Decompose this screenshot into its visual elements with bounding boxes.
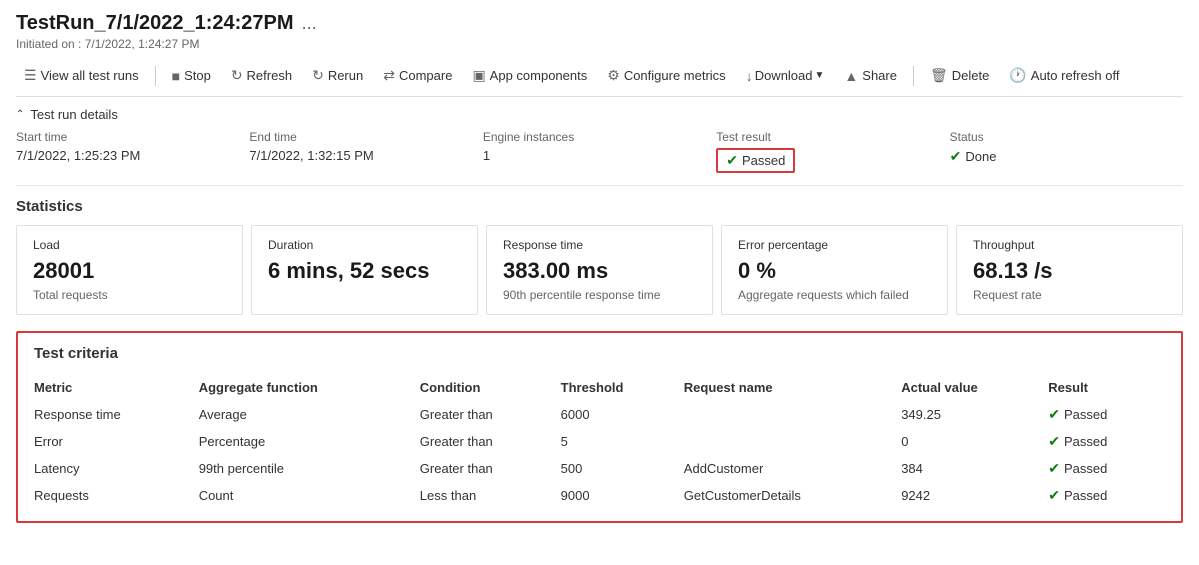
configure-metrics-button[interactable]: ⚙ Configure metrics [599,63,733,88]
download-dropdown-icon: ▼ [815,70,825,81]
cell-condition-3: Less than [420,482,561,509]
chevron-up-icon: ⌃ [16,109,24,120]
cell-aggregate-0: Average [199,401,420,428]
separator-1 [155,66,156,86]
col-header-result: Result [1048,374,1165,401]
page-container: TestRun_7/1/2022_1:24:27PM ... Initiated… [0,0,1199,565]
stat-card-duration: Duration 6 mins, 52 secs [251,225,478,315]
refresh-button[interactable]: ↻ Refresh [223,63,300,88]
refresh-icon: ↻ [231,67,243,84]
statistics-row: Load 28001 Total requests Duration 6 min… [16,225,1183,315]
compare-button[interactable]: ⇄ Compare [375,63,460,88]
cell-metric-0: Response time [34,401,199,428]
cell-request-name-2: AddCustomer [684,455,901,482]
share-button[interactable]: ▲ Share [836,64,905,88]
toolbar: ☰ View all test runs ■ Stop ↻ Refresh ↻ … [16,55,1183,97]
page-header: TestRun_7/1/2022_1:24:27PM ... Initiated… [16,12,1183,51]
col-header-actual-value: Actual value [901,374,1048,401]
rerun-icon: ↻ [312,67,324,84]
stat-card-error-percentage: Error percentage 0 % Aggregate requests … [721,225,948,315]
cell-threshold-1: 5 [561,428,684,455]
share-icon: ▲ [844,68,858,84]
check-circle-icon: ✔ [726,152,738,169]
passed-badge: ✔ Passed [716,148,795,173]
table-row: Response time Average Greater than 6000 … [34,401,1165,428]
col-header-request-name: Request name [684,374,901,401]
result-check-icon-1: ✔ [1048,433,1060,450]
details-col-status: Status ✔ Done [950,130,1183,173]
table-row: Latency 99th percentile Greater than 500… [34,455,1165,482]
result-check-icon-2: ✔ [1048,460,1060,477]
clock-icon: 🕐 [1009,67,1026,84]
details-col-test-result: Test result ✔ Passed [716,130,949,173]
stat-card-load: Load 28001 Total requests [16,225,243,315]
app-components-button[interactable]: ▣ App components [464,63,595,88]
cell-threshold-0: 6000 [561,401,684,428]
cell-actual-value-0: 349.25 [901,401,1048,428]
list-icon: ☰ [24,67,37,84]
test-run-details-header[interactable]: ⌃ Test run details [16,97,1183,130]
criteria-header-row: Metric Aggregate function Condition Thre… [34,374,1165,401]
delete-button[interactable]: 🗑 Delete [922,63,997,88]
cell-condition-0: Greater than [420,401,561,428]
col-header-threshold: Threshold [561,374,684,401]
delete-icon: 🗑 [930,67,948,84]
cell-condition-1: Greater than [420,428,561,455]
statistics-title: Statistics [16,198,1183,215]
cell-result-2: ✔ Passed [1048,455,1165,482]
stop-button[interactable]: ■ Stop [164,64,219,88]
cell-threshold-3: 9000 [561,482,684,509]
cell-metric-1: Error [34,428,199,455]
table-row: Error Percentage Greater than 5 0 ✔ Pass… [34,428,1165,455]
cell-aggregate-2: 99th percentile [199,455,420,482]
details-col-start-time: Start time 7/1/2022, 1:25:23 PM [16,130,249,173]
cell-aggregate-3: Count [199,482,420,509]
cell-request-name-3: GetCustomerDetails [684,482,901,509]
separator-2 [913,66,914,86]
criteria-table: Metric Aggregate function Condition Thre… [34,374,1165,509]
check-circle-done-icon: ✔ [950,148,962,165]
stop-icon: ■ [172,68,180,84]
test-criteria-title: Test criteria [34,345,1165,362]
col-header-condition: Condition [420,374,561,401]
download-icon: ↓ [746,68,753,84]
cell-result-3: ✔ Passed [1048,482,1165,509]
cell-aggregate-1: Percentage [199,428,420,455]
test-criteria-container: Test criteria Metric Aggregate function … [16,331,1183,523]
cell-actual-value-2: 384 [901,455,1048,482]
page-title: TestRun_7/1/2022_1:24:27PM [16,12,294,35]
table-row: Requests Count Less than 9000 GetCustome… [34,482,1165,509]
col-header-aggregate: Aggregate function [199,374,420,401]
stat-card-throughput: Throughput 68.13 /s Request rate [956,225,1183,315]
page-subtitle: Initiated on : 7/1/2022, 1:24:27 PM [16,37,1183,51]
cell-actual-value-1: 0 [901,428,1048,455]
test-run-details-table: Start time 7/1/2022, 1:25:23 PM End time… [16,130,1183,186]
auto-refresh-button[interactable]: 🕐 Auto refresh off [1001,63,1127,88]
details-col-engine-instances: Engine instances 1 [483,130,716,173]
cell-metric-2: Latency [34,455,199,482]
rerun-button[interactable]: ↻ Rerun [304,63,371,88]
cell-threshold-2: 500 [561,455,684,482]
cell-request-name-0 [684,401,901,428]
app-components-icon: ▣ [472,67,485,84]
result-check-icon-0: ✔ [1048,406,1060,423]
cell-result-1: ✔ Passed [1048,428,1165,455]
details-col-end-time: End time 7/1/2022, 1:32:15 PM [249,130,482,173]
settings-icon: ⚙ [607,67,620,84]
view-all-button[interactable]: ☰ View all test runs [16,63,147,88]
cell-request-name-1 [684,428,901,455]
result-check-icon-3: ✔ [1048,487,1060,504]
cell-condition-2: Greater than [420,455,561,482]
more-options-icon[interactable]: ... [302,13,317,34]
download-button[interactable]: ↓ Download ▼ [738,64,833,88]
status-done: ✔ Done [950,148,1183,165]
cell-result-0: ✔ Passed [1048,401,1165,428]
stat-card-response-time: Response time 383.00 ms 90th percentile … [486,225,713,315]
compare-icon: ⇄ [383,67,395,84]
cell-metric-3: Requests [34,482,199,509]
cell-actual-value-3: 9242 [901,482,1048,509]
col-header-metric: Metric [34,374,199,401]
